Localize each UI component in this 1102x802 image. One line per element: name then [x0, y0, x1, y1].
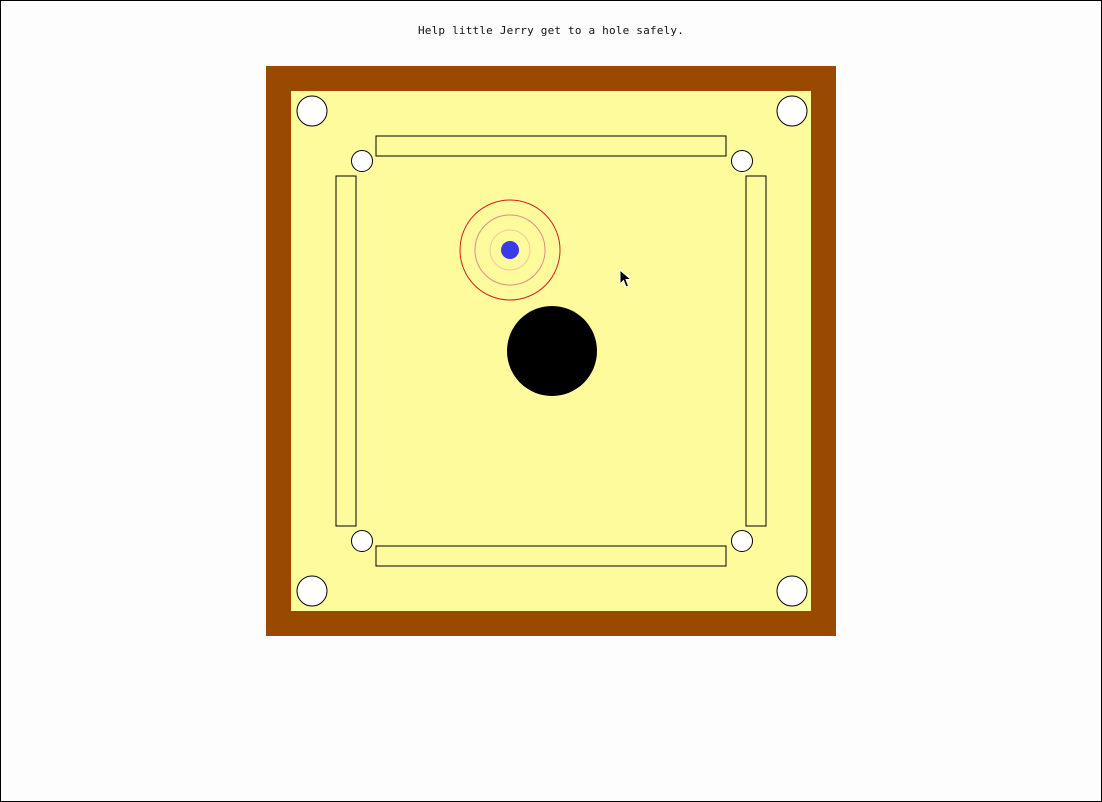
- cursor-arrow-icon: [619, 269, 633, 288]
- inner-hole-top-left: [351, 150, 373, 172]
- instruction-text: Help little Jerry get to a hole safely.: [417, 24, 685, 37]
- board-canvas[interactable]: [266, 66, 836, 636]
- corner-hole-top-left: [296, 95, 328, 127]
- inner-hole-bottom-right: [731, 530, 753, 552]
- game-board[interactable]: [266, 66, 836, 636]
- jerry-player[interactable]: [501, 241, 519, 259]
- inner-hole-bottom-left: [351, 530, 373, 552]
- corner-hole-bottom-right: [776, 575, 808, 607]
- black-obstacle: [507, 306, 597, 396]
- corner-hole-top-right: [776, 95, 808, 127]
- corner-hole-bottom-left: [296, 575, 328, 607]
- inner-hole-top-right: [731, 150, 753, 172]
